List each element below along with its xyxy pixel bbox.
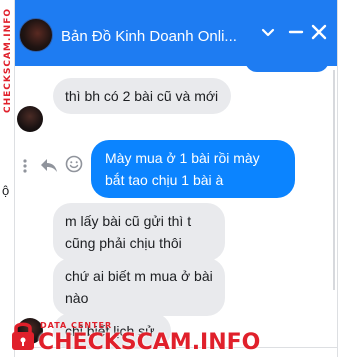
list-item: m lấy bài cũ gửi thì t cũng phải chịu th…: [53, 203, 225, 261]
watermark-small-text: DATA CENTER: [40, 321, 113, 330]
chevron-down-icon[interactable]: [258, 22, 278, 42]
emoji-icon[interactable]: [65, 155, 83, 173]
lock-icon: [12, 322, 34, 350]
minimize-icon[interactable]: [286, 22, 306, 42]
close-icon[interactable]: [309, 22, 329, 42]
more-options-icon[interactable]: [22, 158, 28, 174]
chat-window: Bản Đồ Kinh Doanh Onli... thì bh có 2 bà…: [14, 0, 338, 357]
reply-icon[interactable]: [40, 157, 58, 173]
chat-title[interactable]: Bản Đồ Kinh Doanh Onli...: [61, 28, 251, 45]
watermark-text: CHECKSCAM.INFO: [38, 330, 261, 355]
list-item: Mày mua ở 1 bài rồi mày bắt tao chịu 1 b…: [91, 140, 295, 198]
watermark-vertical: CHECKSCAM.INFO: [3, 8, 13, 113]
list-item: chứ ai biết m mua ở bài nào: [53, 258, 225, 316]
sender-avatar[interactable]: [17, 106, 43, 132]
background-text: ộ: [2, 183, 10, 198]
scrollbar[interactable]: [333, 70, 335, 290]
list-item: thì bh có 2 bài cũ và mới: [53, 78, 231, 114]
previous-message-bubble: [245, 60, 329, 72]
avatar[interactable]: [19, 18, 53, 52]
message-bubble-incoming[interactable]: thì bh có 2 bài cũ và mới: [53, 78, 231, 114]
message-bubble-incoming[interactable]: m lấy bài cũ gửi thì t cũng phải chịu th…: [53, 203, 225, 261]
message-bubble-incoming[interactable]: chứ ai biết m mua ở bài nào: [53, 258, 225, 316]
message-bubble-outgoing[interactable]: Mày mua ở 1 bài rồi mày bắt tao chịu 1 b…: [91, 140, 295, 198]
watermark: DATA CENTER CHECKSCAM.INFO: [0, 318, 260, 357]
chat-header[interactable]: Bản Đồ Kinh Doanh Onli...: [15, 0, 337, 66]
